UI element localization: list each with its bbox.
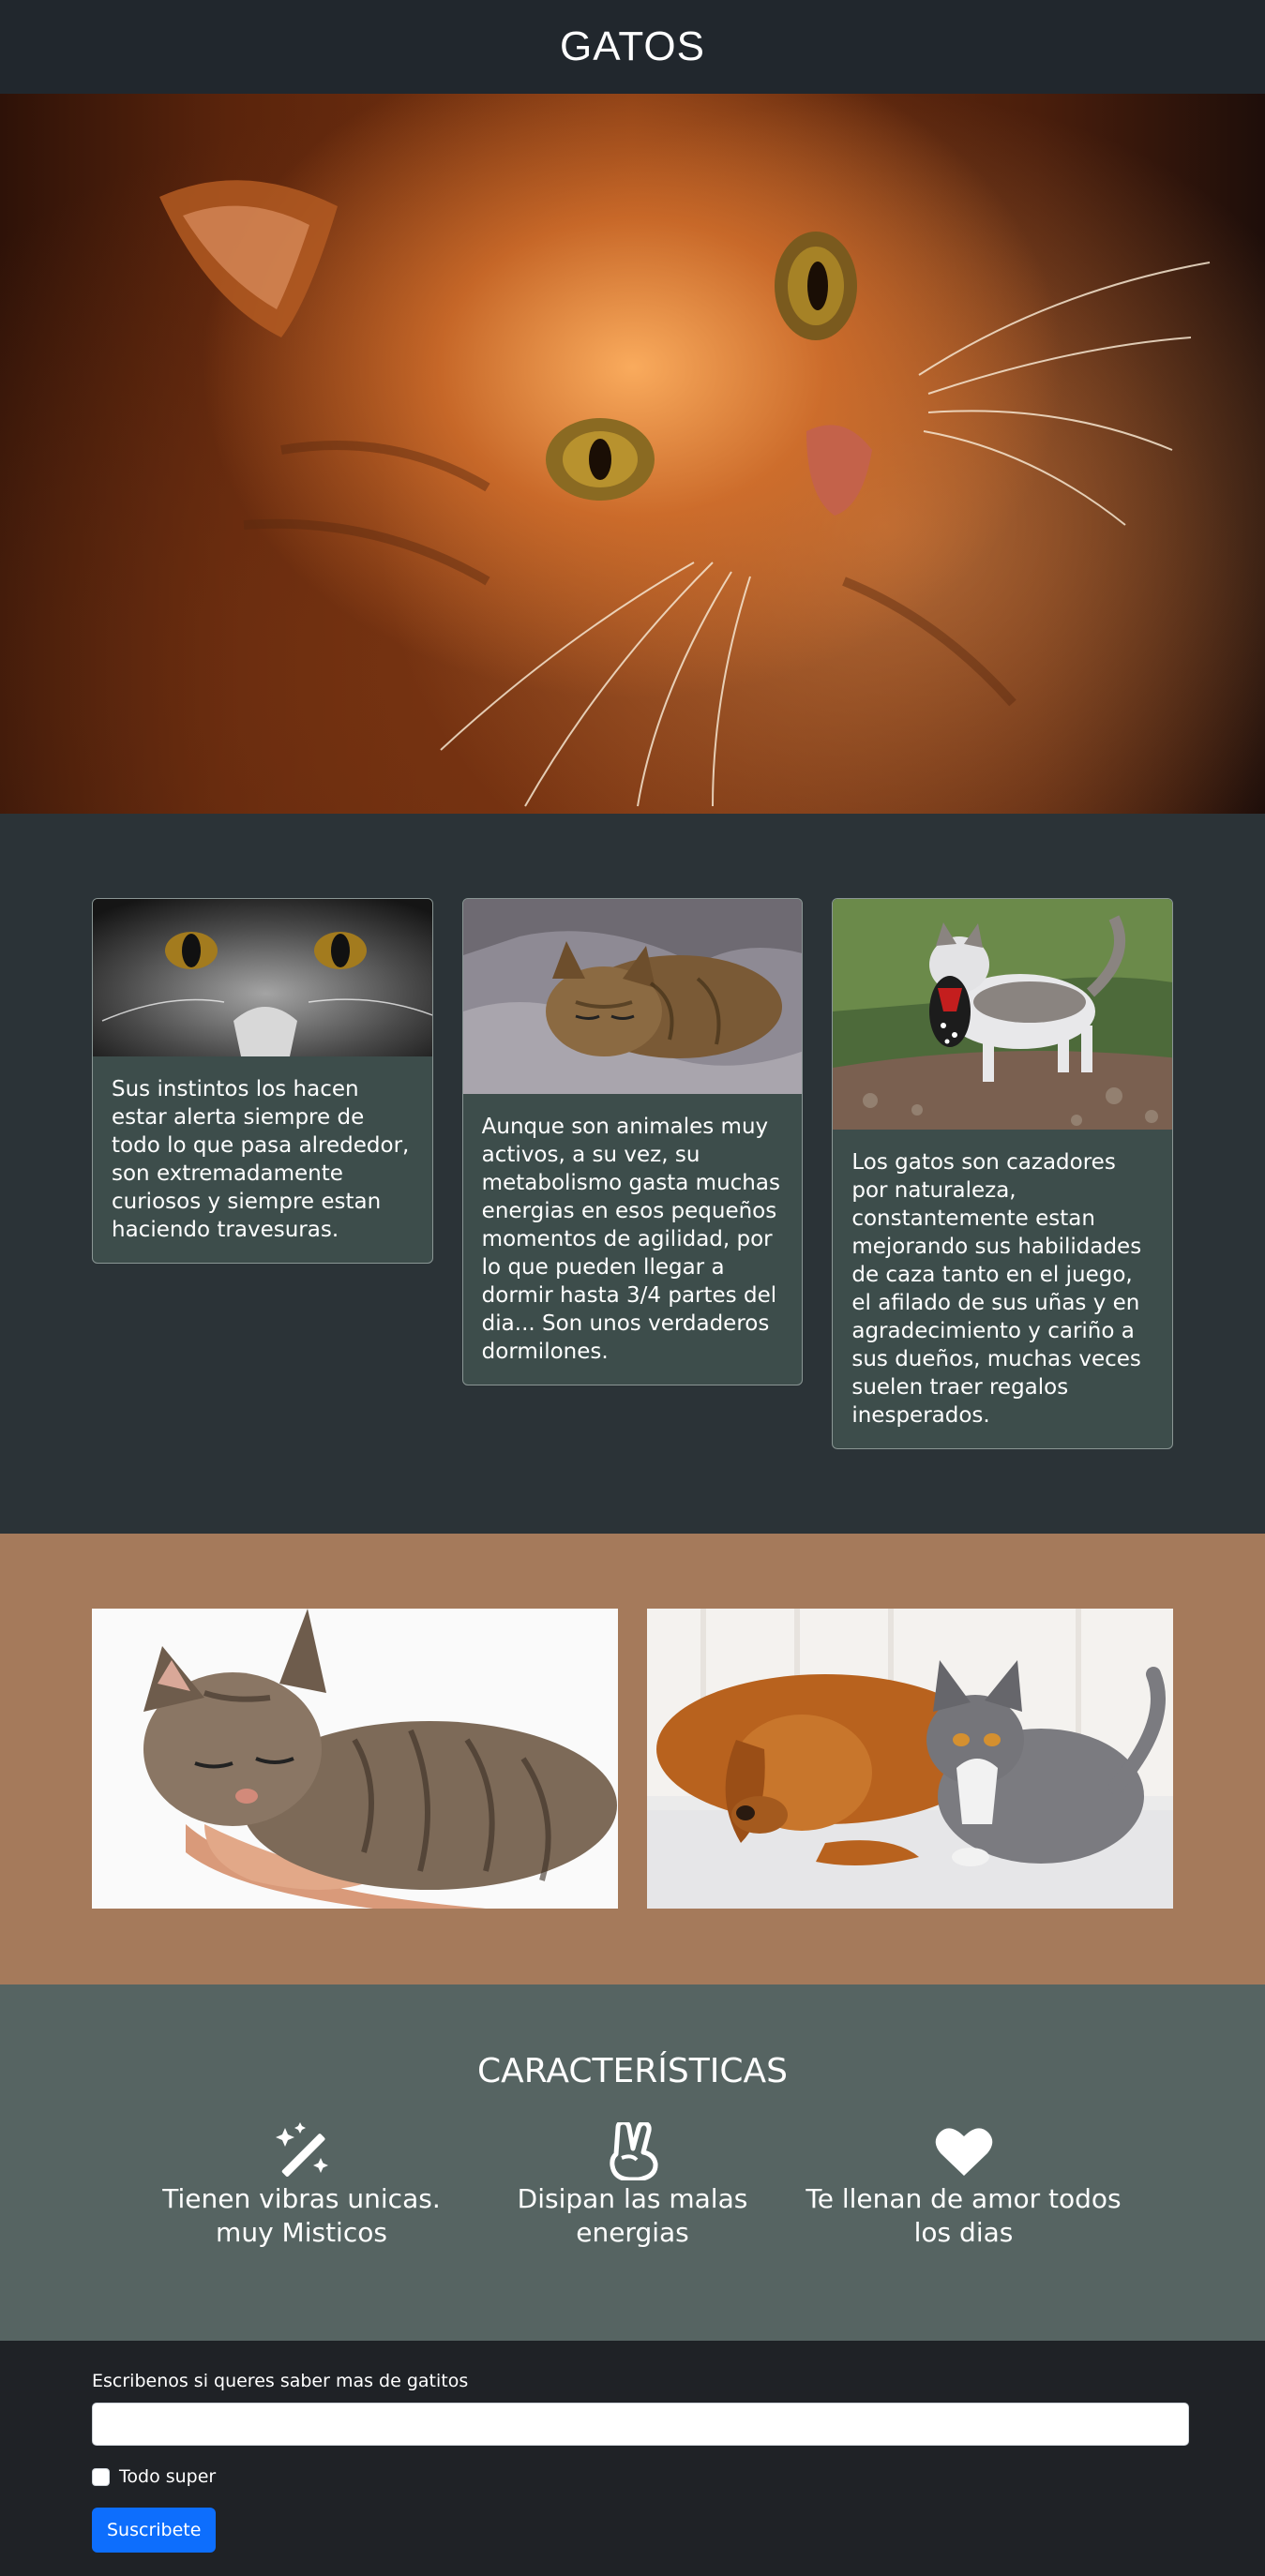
photo-dog-and-cat [647, 1609, 1173, 1909]
subscribe-form: Escribenos si queres saber mas de gatito… [0, 2341, 1265, 2576]
card-hunter: Los gatos son cazadores por naturaleza, … [832, 898, 1174, 1449]
site-title: GATOS [560, 23, 705, 69]
feature-label: Te llenan de amor todos los dias [806, 2183, 1122, 2248]
card-sleepy: Aunque son animales muy activos, a su ve… [461, 898, 804, 1385]
photo-kitten-in-hand [92, 1609, 618, 1909]
card-text: Aunque son animales muy activos, a su ve… [481, 1115, 780, 1364]
checkbox-row: Todo super [92, 2466, 1173, 2487]
magic-wand-icon [136, 2122, 467, 2180]
features-title: CARACTERÍSTICAS [477, 2052, 788, 2090]
card-text: Los gatos son cazadores por naturaleza, … [851, 1150, 1142, 1428]
todo-super-checkbox[interactable] [92, 2467, 110, 2486]
card-curious: Sus instintos los hacen estar alerta sie… [92, 898, 433, 1264]
site-header: GATOS [0, 0, 1265, 94]
card-image-hunting-cat [833, 899, 1173, 1130]
checkbox-label: Todo super [119, 2466, 217, 2487]
feature-magic: Tienen vibras unicas. muy Misticos [136, 2122, 467, 2250]
features-section: CARACTERÍSTICAS Tienen vibras unicas. mu… [0, 1984, 1265, 2341]
feature-label: Disipan las malas energias [517, 2183, 748, 2248]
heart-icon [798, 2122, 1129, 2180]
feature-label: Tienen vibras unicas. muy Misticos [162, 2183, 441, 2248]
feature-love: Te llenan de amor todos los dias [798, 2122, 1129, 2250]
hero-cat-illustration [159, 180, 1211, 807]
hero-cat-image [0, 94, 1265, 814]
card-image-sleeping-cat [462, 899, 803, 1094]
feature-energy: Disipan las malas energias [467, 2122, 798, 2250]
cards-section: Sus instintos los hacen estar alerta sie… [0, 814, 1265, 1534]
subscribe-input[interactable] [92, 2403, 1189, 2446]
photos-section [0, 1534, 1265, 1984]
peace-hand-icon [467, 2122, 798, 2180]
card-image-cat-eyes [93, 899, 432, 1056]
features-row: Tienen vibras unicas. muy Misticos Disip… [0, 2122, 1265, 2250]
subscribe-label: Escribenos si queres saber mas de gatito… [92, 2371, 469, 2391]
subscribe-button[interactable]: Suscribete [92, 2508, 217, 2553]
card-text: Sus instintos los hacen estar alerta sie… [112, 1077, 410, 1242]
